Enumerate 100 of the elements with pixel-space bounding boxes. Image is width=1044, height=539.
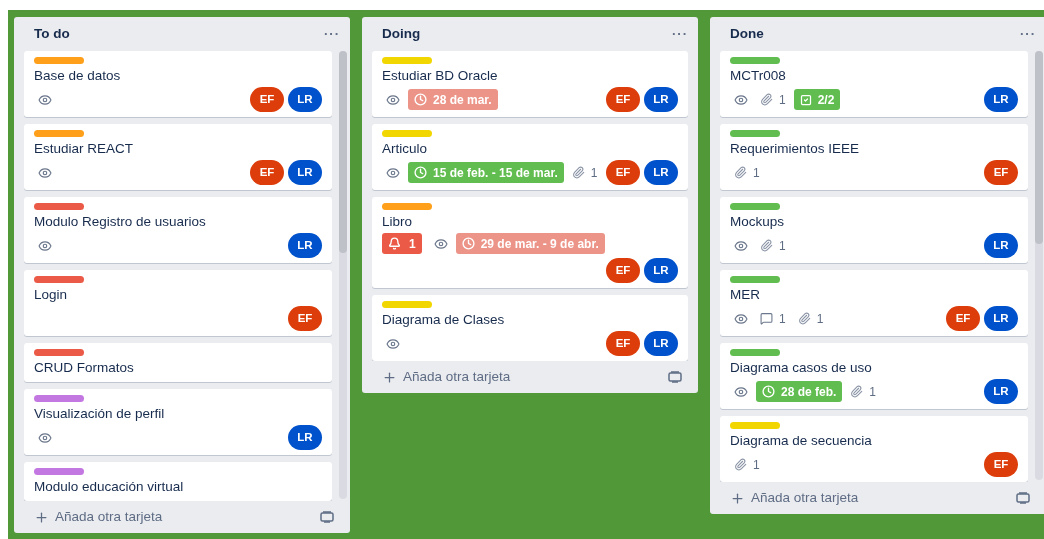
card-template-icon[interactable] <box>1016 492 1030 504</box>
card-label[interactable] <box>34 203 84 210</box>
member-avatar[interactable]: EF <box>984 160 1018 185</box>
card-label[interactable] <box>382 57 432 64</box>
task-card[interactable]: Diagrama de Clases EF LR <box>372 295 688 361</box>
task-card[interactable]: CRUD Formatos <box>24 343 332 382</box>
member-avatar[interactable]: EF <box>250 160 284 185</box>
card-template-icon[interactable] <box>668 371 682 383</box>
card-label[interactable] <box>34 57 84 64</box>
task-card[interactable]: Modulo Registro de usuarios LR <box>24 197 332 263</box>
member-avatar[interactable]: EF <box>606 258 640 283</box>
card-title: Diagrama de Clases <box>382 311 506 329</box>
list-menu-button[interactable]: ··· <box>324 24 340 44</box>
eye-icon <box>386 165 400 180</box>
plus-icon <box>34 509 49 525</box>
task-card[interactable]: Login EF <box>24 270 332 336</box>
card-label[interactable] <box>34 276 84 283</box>
card-label[interactable] <box>730 422 780 429</box>
card-label[interactable] <box>730 57 780 64</box>
scrollbar-track[interactable] <box>339 51 347 499</box>
card-label[interactable] <box>382 203 432 210</box>
card-label[interactable] <box>382 130 432 137</box>
card-title: Visualización de perfil <box>34 405 166 423</box>
member-avatar[interactable]: EF <box>984 452 1018 477</box>
member-avatar[interactable]: LR <box>644 258 678 283</box>
member-avatar[interactable]: EF <box>946 306 980 331</box>
card-label[interactable] <box>382 301 432 308</box>
attachment-count: 1 <box>590 164 598 182</box>
add-card-button[interactable]: Añada otra tarjeta <box>730 487 859 509</box>
member-avatar[interactable]: LR <box>644 331 678 356</box>
task-card[interactable]: Libro 1 29 de mar. - 9 de abr. EF LR <box>372 197 688 288</box>
notification-badge: 1 <box>382 233 422 254</box>
card-label[interactable] <box>34 395 84 402</box>
task-card[interactable]: Mockups 1 LR <box>720 197 1028 263</box>
eye-icon <box>433 236 448 251</box>
task-card[interactable]: Modulo educación virtual <box>24 462 332 501</box>
card-label[interactable] <box>34 468 84 475</box>
card-title: Login <box>34 286 69 304</box>
member-avatar[interactable]: EF <box>288 306 322 331</box>
card-label[interactable] <box>730 130 780 137</box>
card-title: Articulo <box>382 140 428 158</box>
card-title: Modulo Registro de usuarios <box>34 213 207 231</box>
due-date-badge: 15 de feb. - 15 de mar. <box>408 162 564 183</box>
paperclip-icon <box>797 312 811 325</box>
member-avatar[interactable]: LR <box>984 306 1018 331</box>
member-avatar[interactable]: EF <box>250 87 284 112</box>
member-avatar[interactable]: LR <box>644 87 678 112</box>
card-label[interactable] <box>730 349 780 356</box>
eye-icon <box>38 165 52 180</box>
paperclip-icon <box>850 385 864 398</box>
task-card[interactable]: Base de datos EF LR <box>24 51 332 117</box>
attachment-count: 1 <box>753 164 760 182</box>
card-label[interactable] <box>730 203 780 210</box>
due-date-badge: 29 de mar. - 9 de abr. <box>455 233 605 254</box>
task-card[interactable]: Diagrama casos de uso 28 de feb. 1 LR <box>720 343 1028 409</box>
paperclip-icon <box>760 239 773 252</box>
eye-icon <box>38 92 52 107</box>
eye-icon <box>386 336 400 351</box>
task-card[interactable]: Requerimientos IEEE 1 EF <box>720 124 1028 190</box>
list-menu-button[interactable]: ··· <box>1020 24 1036 44</box>
member-avatar[interactable]: LR <box>984 87 1018 112</box>
member-avatar[interactable]: LR <box>984 379 1018 404</box>
attachment-count: 1 <box>779 91 786 109</box>
task-card[interactable]: MCTr008 1 2/2 LR <box>720 51 1028 117</box>
card-title: Diagrama de secuencia <box>730 432 873 450</box>
member-avatar[interactable]: EF <box>606 331 640 356</box>
eye-icon <box>734 384 748 399</box>
member-avatar[interactable]: EF <box>606 160 640 185</box>
eye-icon <box>734 92 748 107</box>
paperclip-icon <box>760 93 773 106</box>
task-card[interactable]: Diagrama de secuencia 1 EF <box>720 416 1028 482</box>
task-card[interactable]: Estudiar REACT EF LR <box>24 124 332 190</box>
due-date-badge: 28 de mar. <box>408 89 498 110</box>
attachment-count: 1 <box>816 310 824 328</box>
card-label[interactable] <box>34 130 84 137</box>
scrollbar-track[interactable] <box>1035 51 1043 480</box>
member-avatar[interactable]: LR <box>644 160 678 185</box>
member-avatar[interactable]: LR <box>288 425 322 450</box>
add-card-button[interactable]: Añada otra tarjeta <box>382 366 511 388</box>
scrollbar-thumb[interactable] <box>1035 51 1043 245</box>
member-avatar[interactable]: LR <box>984 233 1018 258</box>
task-card[interactable]: MER 1 1 EF LR <box>720 270 1028 336</box>
due-date-badge: 28 de feb. <box>756 381 843 402</box>
card-label[interactable] <box>730 276 780 283</box>
plus-icon <box>730 490 745 506</box>
scrollbar-thumb[interactable] <box>339 51 347 253</box>
member-avatar[interactable]: LR <box>288 160 322 185</box>
member-avatar[interactable]: EF <box>606 87 640 112</box>
task-card[interactable]: Estudiar BD Oracle 28 de mar. EF LR <box>372 51 688 117</box>
member-avatar[interactable]: LR <box>288 233 322 258</box>
card-title: Requerimientos IEEE <box>730 140 861 158</box>
add-card-button[interactable]: Añada otra tarjeta <box>34 506 163 528</box>
list-menu-button[interactable]: ··· <box>672 24 688 44</box>
member-avatar[interactable]: LR <box>288 87 322 112</box>
card-label[interactable] <box>34 349 84 356</box>
eye-icon <box>734 311 748 326</box>
task-card[interactable]: Visualización de perfil LR <box>24 389 332 455</box>
task-card[interactable]: Articulo 15 de feb. - 15 de mar. 1 EF LR <box>372 124 688 190</box>
paperclip-icon <box>734 458 747 471</box>
card-template-icon[interactable] <box>320 511 334 523</box>
